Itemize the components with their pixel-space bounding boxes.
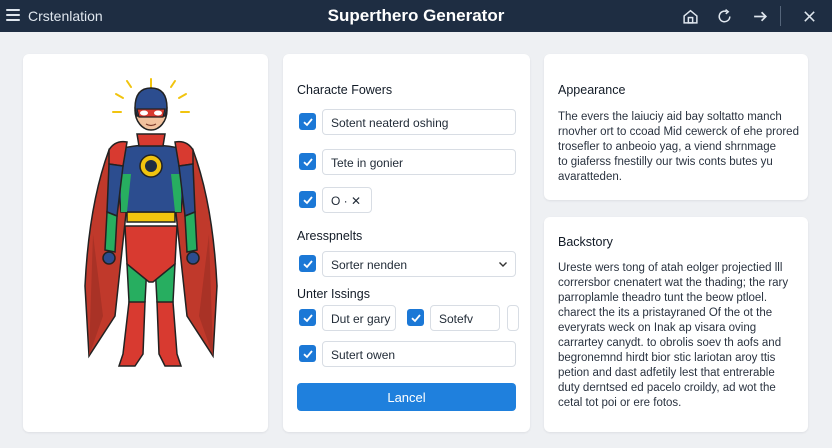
text-line: begronemnd hirdt bior stic lariotan aroy… bbox=[558, 352, 776, 364]
backstory-heading: Backstory bbox=[558, 235, 613, 249]
power-option: Sotent neaterd oshing bbox=[297, 109, 519, 135]
superhero-illustration bbox=[84, 78, 218, 367]
select-checkbox[interactable] bbox=[299, 255, 316, 272]
power-field[interactable]: Sotent neaterd oshing bbox=[322, 109, 516, 135]
cancel-button[interactable]: Lancel bbox=[297, 383, 516, 411]
text-line: charect the its a pristayraned Of the ot… bbox=[558, 307, 773, 319]
appearance-heading: Appearance bbox=[558, 83, 626, 97]
pair-checkbox[interactable] bbox=[407, 309, 424, 326]
power-option: Sutert owen bbox=[297, 341, 519, 367]
text-line: cetal tot poi or ere fotos. bbox=[558, 397, 682, 409]
hero-preview-panel bbox=[23, 54, 268, 432]
text-line: trosefler to anbeoio yag, a viend shrnma… bbox=[558, 141, 776, 153]
power-field[interactable]: Sutert owen bbox=[322, 341, 516, 367]
text-line: The evers the laiuciy aid bay soltatto m… bbox=[558, 111, 782, 123]
power-field[interactable]: O · ✕ bbox=[322, 187, 372, 213]
pair-field-extra[interactable] bbox=[507, 305, 519, 331]
text-line: to giaferss fnestilly our twis conts but… bbox=[558, 156, 773, 168]
close-icon[interactable] bbox=[797, 4, 821, 28]
text-line: Ureste wers tong of atah eolger projecti… bbox=[558, 262, 783, 274]
select-value: Sorter nenden bbox=[331, 258, 408, 272]
text-line: duty derntsed ed pacelo croildy, ad wot … bbox=[558, 382, 776, 394]
text-line: rnovher ort to ccoad Mid cewerck of ehe … bbox=[558, 126, 799, 138]
select-row: Sorter nenden bbox=[297, 251, 519, 277]
titlebar-divider bbox=[780, 6, 781, 26]
power-field[interactable]: Tete in gonier bbox=[322, 149, 516, 175]
home-icon[interactable] bbox=[678, 4, 702, 28]
text-line: corrersbor cnenatert wat the thading; th… bbox=[558, 277, 789, 289]
power-checkbox[interactable] bbox=[299, 113, 316, 130]
pair-field[interactable]: Dut er gary bbox=[322, 305, 396, 331]
powers-panel: Characte Fowers Sotent neaterd oshing Te… bbox=[283, 54, 530, 432]
window-title: Superthero Generator bbox=[327, 6, 505, 25]
section-heading: Unter Issings bbox=[297, 287, 370, 301]
text-line: petion and dast adfetily lest that entre… bbox=[558, 367, 775, 379]
text-line: carrartey canydt. to obrolis soev th aof… bbox=[558, 337, 782, 349]
text-line: avaratteden. bbox=[558, 171, 622, 183]
backstory-panel: Backstory Ureste wers tong of atah eolge… bbox=[544, 217, 808, 432]
section-heading: Aresspnelts bbox=[297, 229, 363, 243]
backstory-text: Ureste wers tong of atah eolger projecti… bbox=[558, 261, 788, 411]
powers-heading: Characte Fowers bbox=[297, 83, 393, 97]
refresh-icon[interactable] bbox=[712, 4, 736, 28]
power-checkbox[interactable] bbox=[299, 153, 316, 170]
text-line: parroplamle theadro tunt the beow ptloel… bbox=[558, 292, 768, 304]
arrow-right-icon[interactable] bbox=[748, 4, 772, 28]
pair-checkbox[interactable] bbox=[299, 309, 316, 326]
text-line: everyrats weck on Inak ap visara oving bbox=[558, 322, 757, 334]
title-bar: Crstenlation Superthero Generator bbox=[0, 0, 832, 32]
power-checkbox[interactable] bbox=[299, 345, 316, 362]
power-option: Tete in gonier bbox=[297, 149, 519, 175]
appearance-panel: Appearance The evers the laiuciy aid bay… bbox=[544, 54, 808, 200]
pair-row: Dut er gary Sotefv bbox=[297, 305, 519, 331]
pair-field[interactable]: Sotefv bbox=[430, 305, 500, 331]
power-checkbox[interactable] bbox=[299, 191, 316, 208]
chevron-down-icon bbox=[499, 262, 507, 267]
appearance-text: The evers the laiuciy aid bay soltatto m… bbox=[558, 110, 799, 185]
power-select[interactable]: Sorter nenden bbox=[322, 251, 516, 277]
power-option: O · ✕ bbox=[297, 187, 519, 213]
